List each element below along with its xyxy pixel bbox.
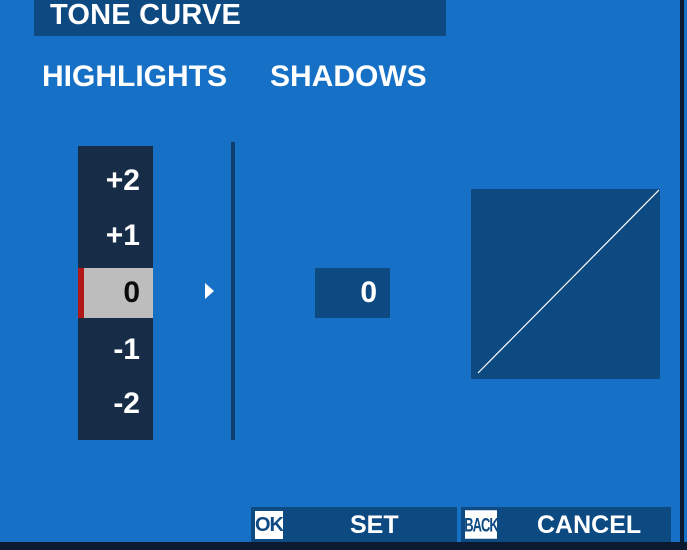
arrow-right-icon — [205, 283, 214, 299]
scale-item-plus-2[interactable]: +2 — [78, 156, 153, 206]
back-badge-icon: BACK — [464, 510, 499, 539]
cancel-button[interactable]: BACK CANCEL — [461, 507, 671, 542]
divider — [231, 142, 235, 440]
scale-item-minus-1[interactable]: -1 — [78, 325, 153, 375]
tone-curve-graph — [471, 189, 660, 379]
curve-line-icon — [477, 189, 660, 374]
set-label: SET — [350, 511, 399, 539]
highlights-scale[interactable]: +2 +1 0 -1 -2 — [78, 146, 153, 440]
screen-border-bottom — [0, 542, 687, 550]
scale-item-label: 0 — [123, 276, 140, 309]
scale-item-minus-2[interactable]: -2 — [78, 379, 153, 429]
scale-item-selected[interactable]: 0 — [78, 268, 153, 318]
selection-marker — [78, 268, 84, 318]
shadows-value-label: 0 — [360, 276, 377, 309]
scale-item-plus-1[interactable]: +1 — [78, 211, 153, 261]
shadows-value[interactable]: 0 — [315, 268, 390, 318]
set-button[interactable]: OK SET — [251, 507, 457, 542]
title-bar: TONE CURVE — [34, 0, 446, 36]
cancel-label: CANCEL — [537, 511, 642, 539]
screen-border-right — [680, 0, 684, 550]
tab-highlights[interactable]: HIGHLIGHTS — [42, 59, 227, 95]
ok-badge-icon: OK — [255, 511, 284, 539]
tab-shadows[interactable]: SHADOWS — [270, 59, 427, 95]
page-title: TONE CURVE — [50, 0, 242, 31]
